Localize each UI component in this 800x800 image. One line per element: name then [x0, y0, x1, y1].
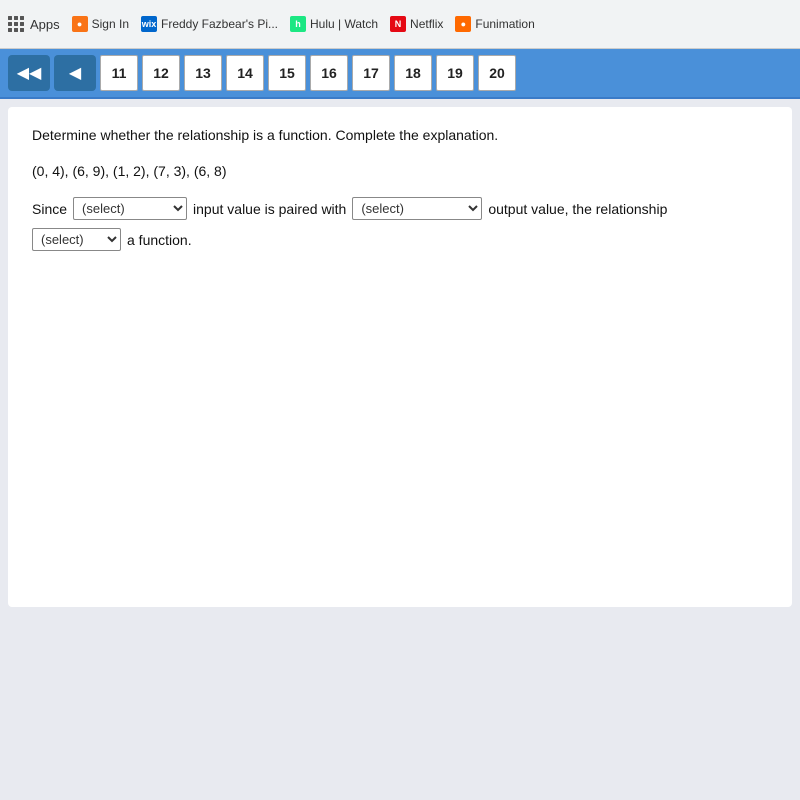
- toolbar-signin[interactable]: ● Sign In: [72, 16, 129, 32]
- hulu-label: Hulu | Watch: [310, 17, 378, 31]
- page-btn-16[interactable]: 16: [310, 55, 348, 91]
- page-btn-11[interactable]: 11: [100, 55, 138, 91]
- signin-favicon: ●: [72, 16, 88, 32]
- toolbar-wix[interactable]: wix Freddy Fazbear's Pi...: [141, 16, 278, 32]
- page-navigation-bar: ◀◀ ◀ 11 12 13 14 15 16 17 18 19 20: [0, 49, 800, 99]
- page-btn-14[interactable]: 14: [226, 55, 264, 91]
- apps-button[interactable]: Apps: [8, 16, 60, 32]
- page-btn-12[interactable]: 12: [142, 55, 180, 91]
- ending-text: a function.: [127, 232, 192, 248]
- sentence-prefix: Since: [32, 201, 67, 217]
- select-output-type[interactable]: (select) exactly one more than one no: [352, 197, 482, 220]
- browser-toolbar: Apps ● Sign In wix Freddy Fazbear's Pi..…: [0, 0, 800, 49]
- netflix-favicon: N: [390, 16, 406, 32]
- page-btn-13[interactable]: 13: [184, 55, 222, 91]
- main-content: Determine whether the relationship is a …: [0, 99, 800, 800]
- nav-prev-button[interactable]: ◀: [54, 55, 96, 91]
- netflix-label: Netflix: [410, 17, 443, 31]
- sentence-row-2: (select) is is not a function.: [32, 228, 768, 251]
- funi-label: Funimation: [475, 17, 534, 31]
- relation-set: (0, 4), (6, 9), (1, 2), (7, 3), (6, 8): [32, 163, 768, 179]
- middle-text: input value is paired with: [193, 201, 346, 217]
- hulu-favicon: h: [290, 16, 306, 32]
- apps-label: Apps: [30, 17, 60, 32]
- question-instruction: Determine whether the relationship is a …: [32, 127, 768, 143]
- apps-grid-icon: [8, 16, 24, 32]
- toolbar-funimation[interactable]: ● Funimation: [455, 16, 534, 32]
- wix-label: Freddy Fazbear's Pi...: [161, 17, 278, 31]
- sentence-row-1: Since (select) each at least one some in…: [32, 197, 768, 220]
- page-btn-20[interactable]: 20: [478, 55, 516, 91]
- toolbar-netflix[interactable]: N Netflix: [390, 16, 443, 32]
- suffix-text: output value, the relationship: [488, 201, 667, 217]
- page-btn-15[interactable]: 15: [268, 55, 306, 91]
- page-btn-19[interactable]: 19: [436, 55, 474, 91]
- toolbar-hulu[interactable]: h Hulu | Watch: [290, 16, 378, 32]
- page-btn-17[interactable]: 17: [352, 55, 390, 91]
- nav-first-button[interactable]: ◀◀: [8, 55, 50, 91]
- page-btn-18[interactable]: 18: [394, 55, 432, 91]
- select-input-type[interactable]: (select) each at least one some: [73, 197, 187, 220]
- funi-favicon: ●: [455, 16, 471, 32]
- select-conclusion[interactable]: (select) is is not: [32, 228, 121, 251]
- wix-favicon: wix: [141, 16, 157, 32]
- signin-label: Sign In: [92, 17, 129, 31]
- question-card: Determine whether the relationship is a …: [8, 107, 792, 607]
